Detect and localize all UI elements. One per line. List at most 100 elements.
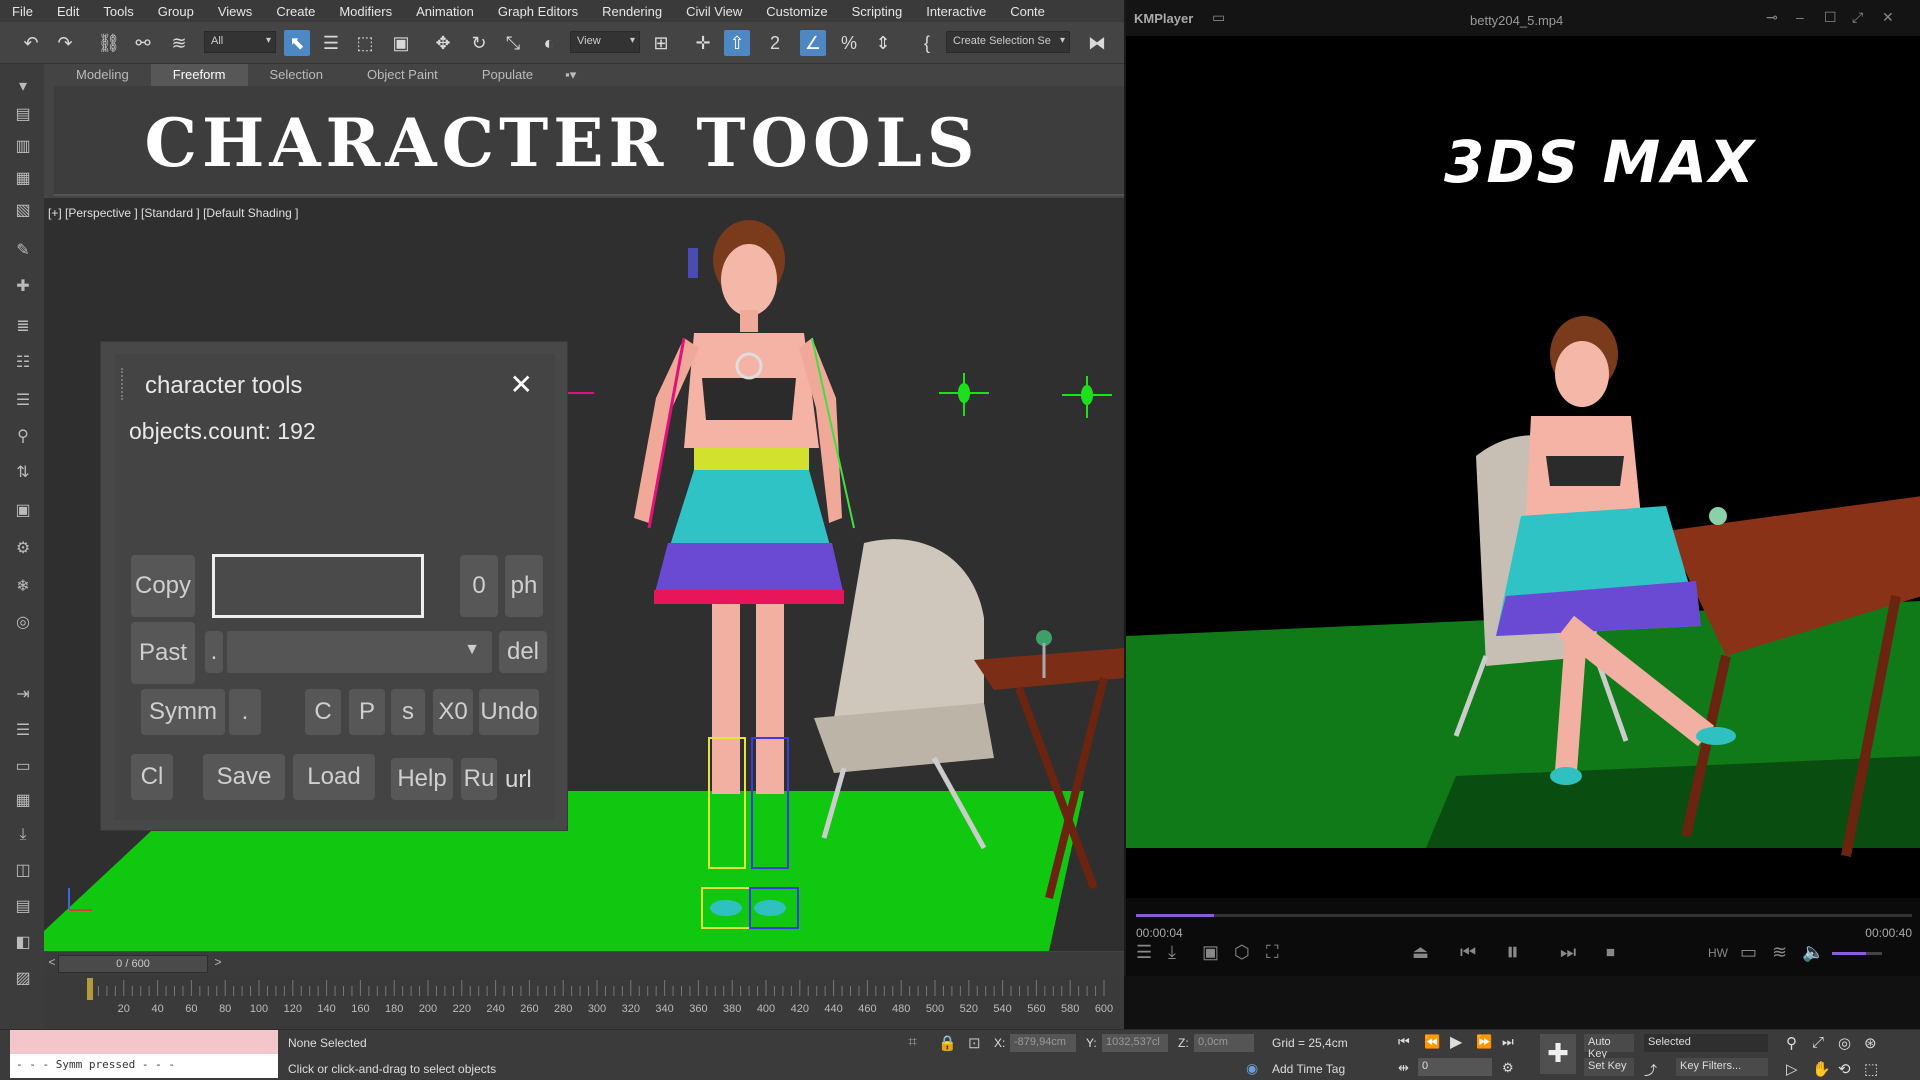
pan-icon[interactable]: ✋ (1812, 1060, 1831, 1078)
unlink-icon[interactable]: ⚯ (130, 30, 156, 56)
help-button[interactable]: Help (391, 758, 453, 800)
video-surface[interactable]: 3DS MAX (1126, 36, 1920, 898)
key-filters-button[interactable]: Key Filters... (1676, 1058, 1768, 1076)
3d-icon[interactable]: ⬡ (1234, 942, 1250, 963)
zoom-extents-all-icon[interactable]: ⊛ (1864, 1034, 1877, 1052)
volume-slider[interactable] (1832, 952, 1882, 955)
expand-icon[interactable]: ▾ (12, 76, 34, 98)
modify-icon[interactable]: ▥ (12, 136, 34, 158)
menu-file[interactable]: File (0, 4, 45, 19)
time-config-icon[interactable]: ⚙ (1502, 1060, 1514, 1076)
lock-icon[interactable]: ▭ (12, 756, 34, 778)
c-button[interactable]: C (305, 689, 341, 735)
set-key-big-icon[interactable]: ✚ (1540, 1034, 1576, 1074)
named-selection-dropdown[interactable]: Create Selection Se (946, 31, 1070, 53)
motion-icon[interactable]: ▧ (12, 200, 34, 222)
menu-group[interactable]: Group (146, 4, 206, 19)
isolate-icon[interactable]: ⌗ (908, 1034, 917, 1052)
paste-button[interactable]: Past (131, 622, 195, 684)
set-key-button[interactable]: Set Key (1584, 1058, 1634, 1076)
fullscreen-icon[interactable]: ⤢ (1852, 9, 1863, 26)
hierarchy-icon[interactable]: ▦ (12, 168, 34, 190)
menu-content[interactable]: Conte (998, 4, 1057, 19)
previous-icon[interactable]: ⏮ (1460, 942, 1476, 963)
display-icon[interactable]: ▣ (12, 500, 34, 522)
maximize-icon[interactable]: ☐ (1824, 9, 1837, 26)
pivot-center-icon[interactable]: ⊞ (648, 30, 674, 56)
keyboard-shortcut-icon[interactable]: ⇧ (724, 30, 750, 56)
undo-icon[interactable]: ↶ (18, 30, 44, 56)
add-time-tag[interactable]: Add Time Tag (1272, 1062, 1345, 1076)
ph-button[interactable]: ph (505, 555, 543, 617)
kmplayer-logo[interactable]: KMPlayer (1134, 11, 1193, 26)
menu-edit[interactable]: Edit (45, 4, 91, 19)
manipulate-icon[interactable]: ✛ (690, 30, 716, 56)
time-slider[interactable]: 0 / 600 (58, 955, 208, 973)
ribbon-options-icon[interactable]: ▪▾ (555, 64, 586, 86)
maxscript-listener-output[interactable]: - - - Symm pressed - - - (10, 1054, 278, 1078)
load-button[interactable]: Load (293, 754, 375, 800)
number-field[interactable]: 0 (460, 555, 498, 617)
minimize-icon[interactable]: – (1796, 9, 1804, 25)
play-icon[interactable]: ▶ (1450, 1032, 1462, 1052)
window-crossing-icon[interactable]: ▣ (388, 30, 414, 56)
helpers-icon[interactable]: ✚ (12, 276, 34, 298)
grid-icon[interactable]: ▦ (12, 790, 34, 812)
x0-button[interactable]: X0 (433, 689, 473, 735)
menu-interactive[interactable]: Interactive (914, 4, 998, 19)
freeze-icon[interactable]: ❄ (12, 576, 34, 598)
angle-snap-icon[interactable]: ∠ (800, 30, 826, 56)
reference-coord-dropdown[interactable]: View (570, 31, 640, 53)
zoom-all-icon[interactable]: ⤢ (1812, 1034, 1824, 1051)
move-icon[interactable]: ✥ (430, 30, 456, 56)
next-icon[interactable]: ⏭ (1560, 942, 1576, 963)
orbit-icon[interactable]: ⟲ (1838, 1060, 1851, 1078)
ru-button[interactable]: Ru (461, 758, 497, 800)
render-icon[interactable]: ▤ (12, 896, 34, 918)
percent-snap-icon[interactable]: % (836, 30, 862, 56)
open-icon[interactable]: ⤓ (1168, 942, 1176, 963)
capture-icon[interactable]: ⛶ (1266, 942, 1279, 963)
zoom-extents-icon[interactable]: ◎ (1838, 1034, 1851, 1052)
goto-end-icon[interactable]: ⏭ (1502, 1034, 1514, 1050)
settings-icon[interactable]: ▣ (1202, 942, 1219, 963)
zoom-icon[interactable]: ⚲ (1786, 1034, 1797, 1052)
absolute-mode-icon[interactable]: ⊡ (968, 1034, 981, 1052)
cl-button[interactable]: Cl (131, 754, 173, 800)
menu-civil-view[interactable]: Civil View (674, 4, 754, 19)
menu-rendering[interactable]: Rendering (590, 4, 674, 19)
selection-filter-dropdown[interactable]: All (204, 31, 276, 53)
stop-icon[interactable]: ⏹ (1606, 942, 1615, 963)
tab-selection[interactable]: Selection (248, 64, 345, 86)
tab-object-paint[interactable]: Object Paint (345, 64, 460, 86)
material-icon[interactable]: ◧ (12, 932, 34, 954)
delete-button[interactable]: del (499, 631, 547, 673)
mini-mode-icon[interactable]: ▭ (1212, 9, 1225, 26)
menu-create[interactable]: Create (264, 4, 327, 19)
place-icon[interactable]: ◐ (536, 30, 562, 56)
mirror-icon[interactable]: ⧓ (1084, 30, 1110, 56)
brush-icon[interactable]: ✎ (12, 240, 34, 262)
drag-handle[interactable] (121, 368, 125, 400)
select-object-icon[interactable]: ⬉ (284, 30, 310, 56)
seek-bar[interactable] (1136, 914, 1912, 917)
connect-icon[interactable]: ⚲ (12, 426, 34, 448)
snaps-toggle-icon[interactable]: 2 (762, 30, 788, 56)
key-tangent-icon[interactable]: ⤴ (1644, 1060, 1657, 1079)
object-icon[interactable]: ◎ (12, 612, 34, 634)
import-icon[interactable]: ⇥ (12, 684, 34, 706)
subtitle-icon[interactable]: ▭ (1740, 942, 1757, 963)
link-icon[interactable]: ⛓ (96, 30, 122, 56)
y-coord-field[interactable]: 1032,537cl (1102, 1034, 1168, 1052)
maximize-viewport-icon[interactable]: ⬚ (1864, 1060, 1878, 1078)
pause-icon[interactable]: ⏸ (1506, 936, 1519, 968)
prev-key-icon[interactable]: ⏪ (1424, 1034, 1440, 1050)
list-icon[interactable]: ☰ (12, 720, 34, 742)
menu-scripting[interactable]: Scripting (840, 4, 915, 19)
redo-icon[interactable]: ↷ (52, 30, 78, 56)
utilities-icon[interactable]: ⚙ (12, 538, 34, 560)
edit-named-selection-icon[interactable]: { (914, 30, 940, 56)
track-bar[interactable]: 20 40 60 80 100 120 140 160 180 200 220 240 260 280 30… (44, 976, 1124, 1029)
symm-button[interactable]: Symm (141, 689, 225, 735)
layers-icon[interactable]: ≣ (12, 316, 34, 338)
